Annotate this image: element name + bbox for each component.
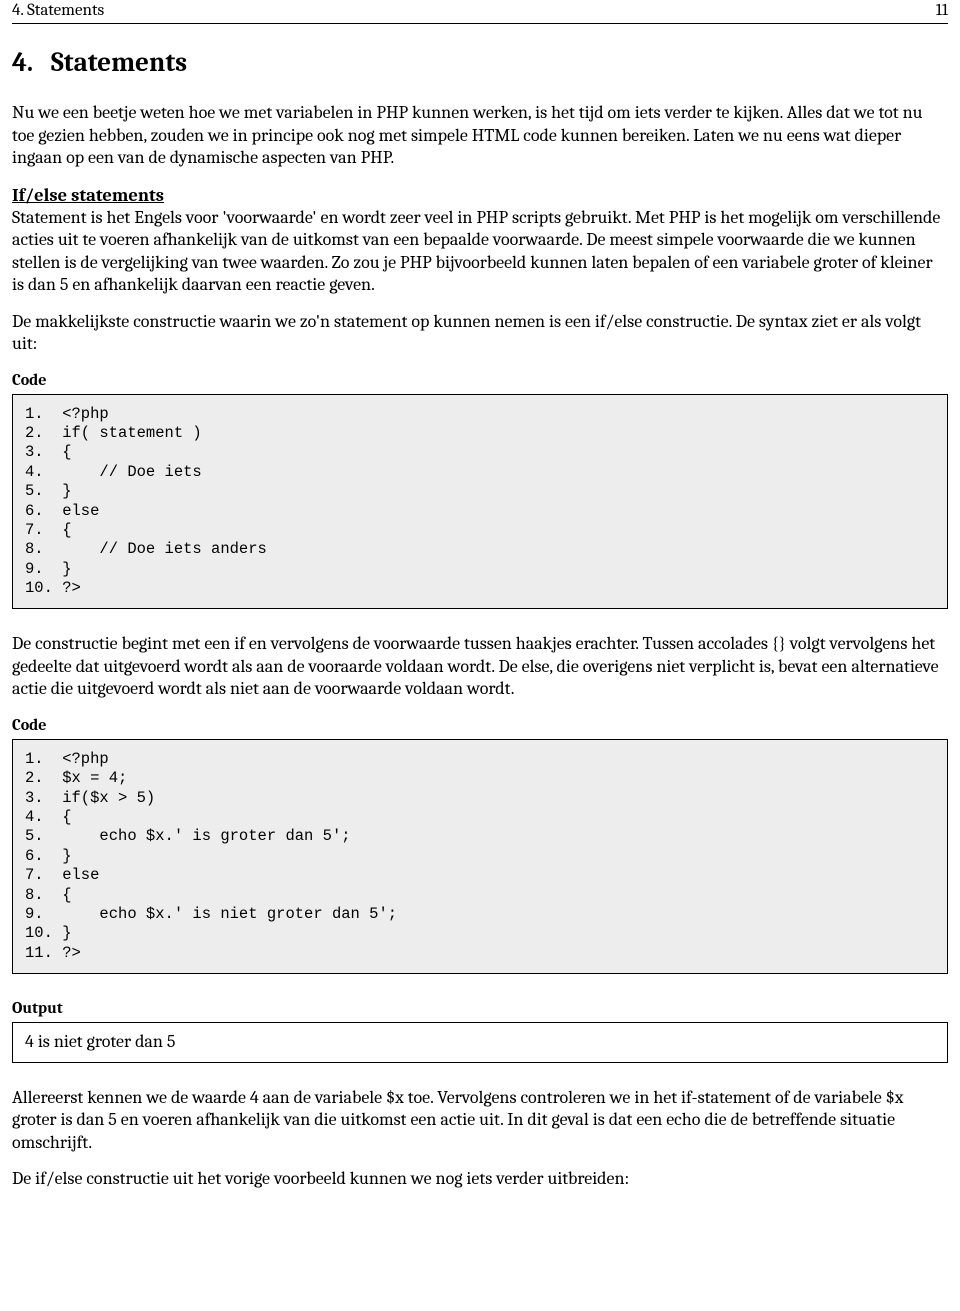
output-label-1: Output [12,998,948,1018]
ifelse-paragraph-1: Statement is het Engels voor 'voorwaarde… [12,207,940,296]
ifelse-section: If/else statements Statement is het Enge… [12,184,948,297]
header-rule [12,23,948,24]
section-name: Statements [51,47,187,78]
ifelse-paragraph-2: De makkelijkste constructie waarin we zo… [12,311,948,356]
ifelse-heading: If/else statements [12,184,948,207]
code-block-2: 1. <?php 2. $x = 4; 3. if($x > 5) 4. { 5… [12,739,948,974]
running-header-page-number: 11 [936,0,948,21]
code-label-1: Code [12,370,948,390]
output-block-1: 4 is niet groter dan 5 [12,1022,948,1063]
intro-paragraph: Nu we een beetje weten hoe we met variab… [12,102,948,170]
paragraph-after-code-1: De constructie begint met een if en verv… [12,633,948,701]
code-label-2: Code [12,715,948,735]
section-number: 4. [12,47,33,78]
page-root: 4. Statements 11 4. Statements Nu we een… [0,0,960,1229]
section-title: 4. Statements [12,46,948,80]
code-block-1: 1. <?php 2. if( statement ) 3. { 4. // D… [12,394,948,610]
running-header: 4. Statements 11 [12,0,948,23]
paragraph-after-output-1: Allereerst kennen we de waarde 4 aan de … [12,1087,948,1155]
running-header-title: 4. Statements [12,0,104,21]
paragraph-last: De if/else constructie uit het vorige vo… [12,1168,948,1191]
